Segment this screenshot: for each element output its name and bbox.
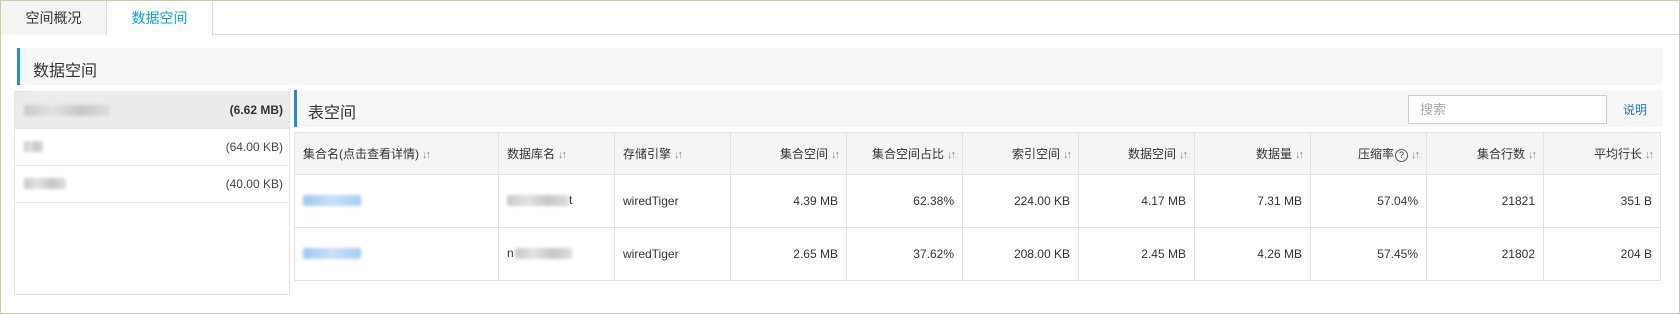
collection-name-cell: [294, 174, 499, 228]
compression-cell: 57.45%: [1310, 227, 1427, 281]
tab-bar: 空间概况 数据空间: [1, 1, 1679, 36]
database-item[interactable]: (40.00 KB): [15, 166, 289, 203]
database-size: (40.00 KB): [225, 177, 283, 191]
column-header-row-count[interactable]: 集合行数 ↓↑: [1426, 132, 1544, 175]
data-size-cell: 4.26 MB: [1194, 227, 1311, 281]
column-header-database-name[interactable]: 数据库名 ↓↑: [498, 132, 615, 175]
collection-space-pct-cell: 62.38%: [846, 174, 963, 228]
section-title: 数据空间: [33, 63, 98, 80]
row-count-cell: 21802: [1426, 227, 1544, 281]
table-row: n wiredTiger 2.65 MB 37.62% 208.00 KB 2.…: [294, 227, 1661, 281]
sort-icon[interactable]: ↓↑: [831, 149, 840, 161]
column-header-avg-row-length[interactable]: 平均行长 ↓↑: [1543, 132, 1661, 175]
data-space-cell: 2.45 MB: [1078, 227, 1195, 281]
section-header: 数据空间: [17, 48, 1663, 85]
sort-icon[interactable]: ↓↑: [1063, 149, 1072, 161]
database-name-cell: n: [498, 227, 615, 281]
database-list: (6.62 MB) (64.00 KB) (40.00 KB): [14, 91, 290, 295]
collection-space-pct-cell: 37.62%: [846, 227, 963, 281]
sort-icon[interactable]: ↓↑: [1645, 149, 1654, 161]
avg-row-length-cell: 351 B: [1543, 174, 1661, 228]
collection-name-link[interactable]: [303, 248, 361, 259]
redacted-database-name: [24, 178, 66, 189]
index-space-cell: 208.00 KB: [962, 227, 1079, 281]
column-header-data-size[interactable]: 数据量 ↓↑: [1194, 132, 1311, 175]
question-circle-icon[interactable]: ?: [1395, 149, 1408, 162]
collection-space-cell: 2.65 MB: [730, 227, 847, 281]
column-header-data-space[interactable]: 数据空间 ↓↑: [1078, 132, 1195, 175]
storage-engine-cell: wiredTiger: [614, 174, 731, 228]
sort-icon[interactable]: ↓↑: [1411, 149, 1420, 161]
tab-space-overview[interactable]: 空间概况: [1, 1, 107, 35]
index-space-cell: 224.00 KB: [962, 174, 1079, 228]
database-size: (6.62 MB): [229, 103, 283, 117]
tab-data-space[interactable]: 数据空间: [107, 1, 213, 36]
search-input[interactable]: [1408, 95, 1607, 124]
column-header-index-space[interactable]: 索引空间 ↓↑: [962, 132, 1079, 175]
redacted-database-name: [507, 195, 569, 206]
database-name-cell: t: [498, 174, 615, 228]
table-row: t wiredTiger 4.39 MB 62.38% 224.00 KB 4.…: [294, 174, 1661, 228]
sort-icon[interactable]: ↓↑: [422, 149, 431, 161]
database-item[interactable]: (6.62 MB): [15, 92, 289, 129]
storage-engine-cell: wiredTiger: [614, 227, 731, 281]
data-space-cell: 4.17 MB: [1078, 174, 1195, 228]
help-link[interactable]: 说明: [1623, 101, 1647, 118]
collection-name-cell: [294, 227, 499, 281]
sort-icon[interactable]: ↓↑: [558, 149, 567, 161]
sort-icon[interactable]: ↓↑: [1295, 149, 1304, 161]
column-header-collection-space[interactable]: 集合空间 ↓↑: [730, 132, 847, 175]
table-space-title: 表空间: [308, 105, 357, 122]
sort-icon[interactable]: ↓↑: [1179, 149, 1188, 161]
collection-table: 集合名(点击查看详情) ↓↑ 数据库名 ↓↑ 存储引擎 ↓↑ 集合空间 ↓↑ 集合空间占…: [294, 132, 1661, 281]
database-item[interactable]: (64.00 KB): [15, 129, 289, 166]
sort-icon[interactable]: ↓↑: [1528, 149, 1537, 161]
column-header-collection-space-pct[interactable]: 集合空间占比 ↓↑: [846, 132, 963, 175]
collection-name-link[interactable]: [303, 195, 361, 206]
column-header-collection-name[interactable]: 集合名(点击查看详情) ↓↑: [294, 132, 499, 175]
compression-cell: 57.04%: [1310, 174, 1427, 228]
avg-row-length-cell: 204 B: [1543, 227, 1661, 281]
column-header-storage-engine[interactable]: 存储引擎 ↓↑: [614, 132, 731, 175]
data-size-cell: 7.31 MB: [1194, 174, 1311, 228]
column-header-compression[interactable]: 压缩率? ↓↑: [1310, 132, 1427, 175]
sort-icon[interactable]: ↓↑: [674, 149, 683, 161]
redacted-database-name: [515, 248, 572, 259]
collection-space-cell: 4.39 MB: [730, 174, 847, 228]
redacted-database-name: [24, 105, 110, 116]
redacted-database-name: [24, 141, 43, 152]
database-size: (64.00 KB): [225, 140, 283, 154]
sort-icon[interactable]: ↓↑: [947, 149, 956, 161]
row-count-cell: 21821: [1426, 174, 1544, 228]
table-header-row: 集合名(点击查看详情) ↓↑ 数据库名 ↓↑ 存储引擎 ↓↑ 集合空间 ↓↑ 集合空间占…: [294, 132, 1661, 175]
